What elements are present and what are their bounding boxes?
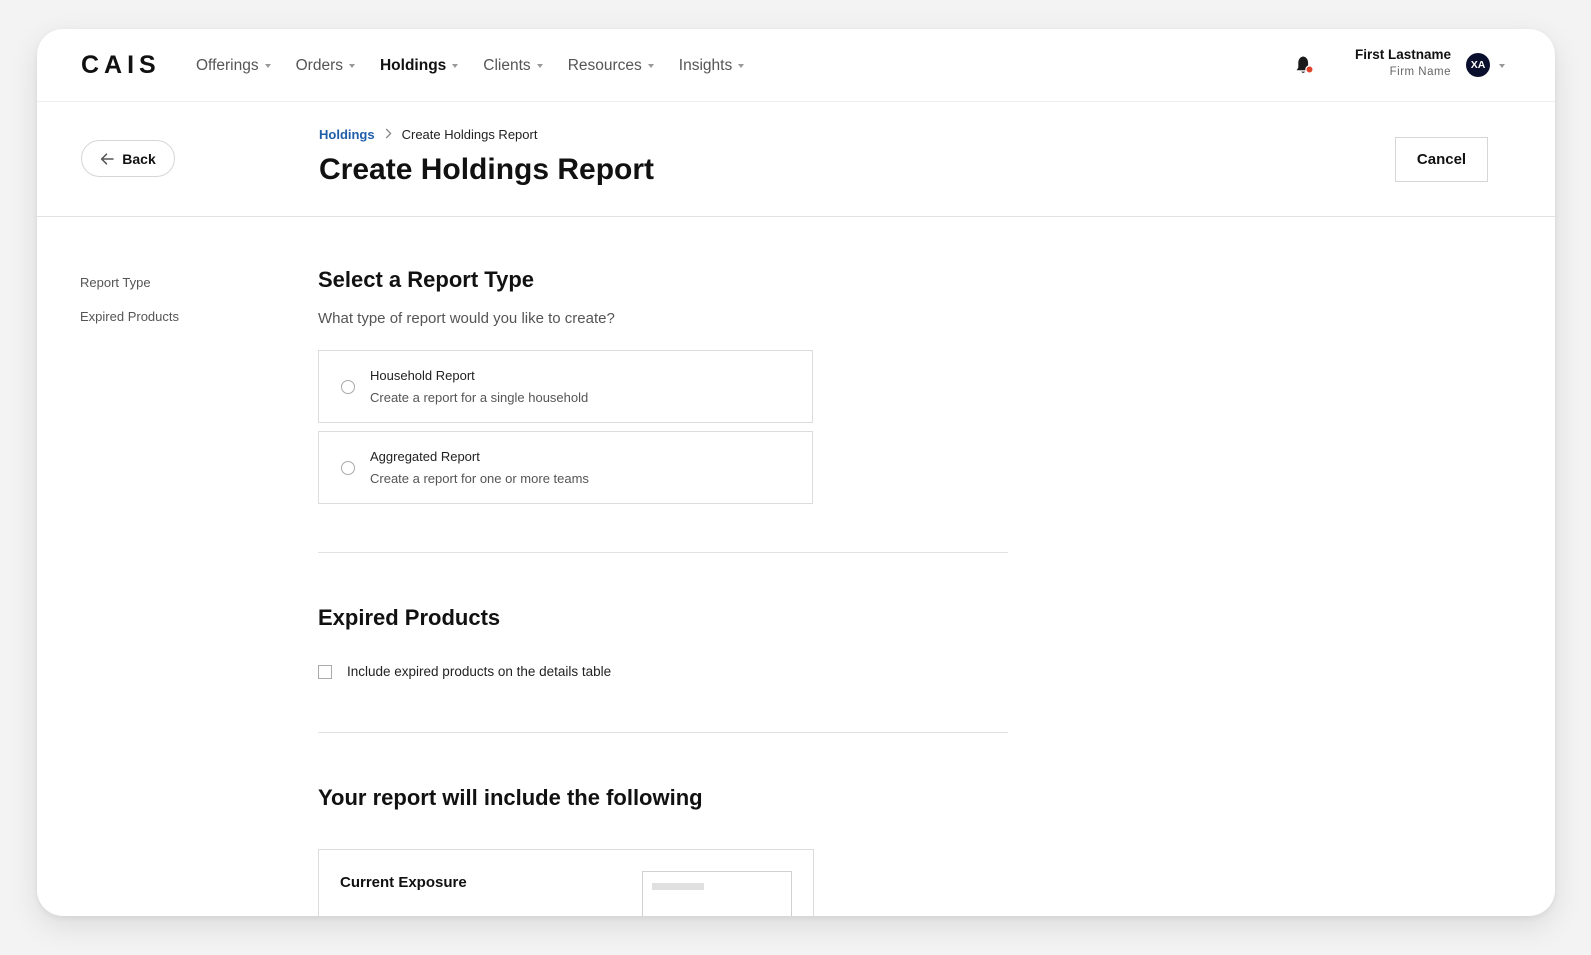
option-title: Household Report [370,368,475,383]
app-window: CAIS Offerings Orders Holdings Clients R… [37,29,1555,916]
expired-products-checkbox[interactable] [318,664,332,679]
section-divider [318,732,1008,733]
chevron-down-icon [738,63,745,68]
nav-item-offerings[interactable]: Offerings [196,57,271,75]
chevron-down-icon [647,63,654,68]
notification-button[interactable] [1294,53,1316,77]
nav-item-label: Resources [567,56,642,74]
section-divider [318,552,1008,553]
nav-item-label: Clients [483,56,531,74]
chevron-down-icon [264,63,271,68]
nav-item-resources[interactable]: Resources [568,57,654,75]
avatar[interactable]: XA [1466,53,1490,77]
back-button[interactable]: Back [81,140,175,177]
breadcrumb-link-holdings[interactable]: Holdings [319,127,375,142]
top-navbar: CAIS Offerings Orders Holdings Clients R… [37,29,1555,102]
user-menu[interactable]: First Lastname Firm Name [1355,47,1451,78]
nav-item-label: Orders [295,56,343,74]
page-title: Create Holdings Report [319,153,655,186]
current-exposure-card: Current Exposure [318,849,814,916]
checkbox-label: Include expired products on the details … [347,664,612,679]
section-nav-expired-products[interactable]: Expired Products [80,309,179,324]
breadcrumb: Holdings Create Holdings Report [319,127,537,142]
option-description: Create a report for one or more teams [370,471,589,486]
main-nav: Offerings Orders Holdings Clients Resour… [196,29,769,102]
arrow-left-icon [101,152,115,165]
report-type-title: Select a Report Type [318,267,534,292]
chevron-down-icon [452,63,459,68]
expired-products-title: Expired Products [318,605,501,630]
preview-placeholder-bar [652,883,704,890]
back-button-label: Back [122,150,156,167]
chevron-down-icon [536,63,543,68]
nav-item-label: Holdings [379,56,447,74]
nav-item-clients[interactable]: Clients [483,56,543,75]
section-nav-report-type[interactable]: Report Type [80,275,179,290]
radio-aggregated-report[interactable] [341,461,355,475]
report-preview-thumbnail [642,871,792,916]
cais-logo[interactable]: CAIS [81,51,161,80]
cancel-button[interactable]: Cancel [1395,137,1488,182]
radio-household-report[interactable] [341,380,355,394]
nav-item-label: Insights [678,56,733,74]
chevron-down-icon[interactable] [1499,64,1505,68]
section-nav: Report Type Expired Products [80,275,179,343]
option-aggregated-report[interactable]: Aggregated Report Create a report for on… [318,431,813,504]
nav-item-insights[interactable]: Insights [678,56,745,75]
user-name: First Lastname [1354,47,1451,62]
nav-item-holdings[interactable]: Holdings [379,56,459,75]
report-summary-title: Your report will include the following [318,785,703,810]
page-header: Back Holdings Create Holdings Report Cre… [37,102,1555,217]
report-form: Select a Report Type What type of report… [318,267,1008,811]
card-title: Current Exposure [340,874,467,891]
user-firm: Firm Name [1389,66,1451,78]
option-household-report[interactable]: Household Report Create a report for a s… [318,350,813,423]
nav-item-orders[interactable]: Orders [296,57,355,75]
nav-item-label: Offerings [196,56,259,74]
chevron-down-icon [348,63,355,68]
bell-icon [1296,56,1314,74]
report-type-options: Household Report Create a report for a s… [318,350,1008,504]
chevron-right-icon [385,127,392,142]
option-title: Aggregated Report [370,449,480,464]
expired-products-checkbox-row[interactable]: Include expired products on the details … [318,664,1008,679]
report-type-question: What type of report would you like to cr… [318,310,615,327]
option-description: Create a report for a single household [370,390,589,405]
breadcrumb-current: Create Holdings Report [401,127,538,142]
